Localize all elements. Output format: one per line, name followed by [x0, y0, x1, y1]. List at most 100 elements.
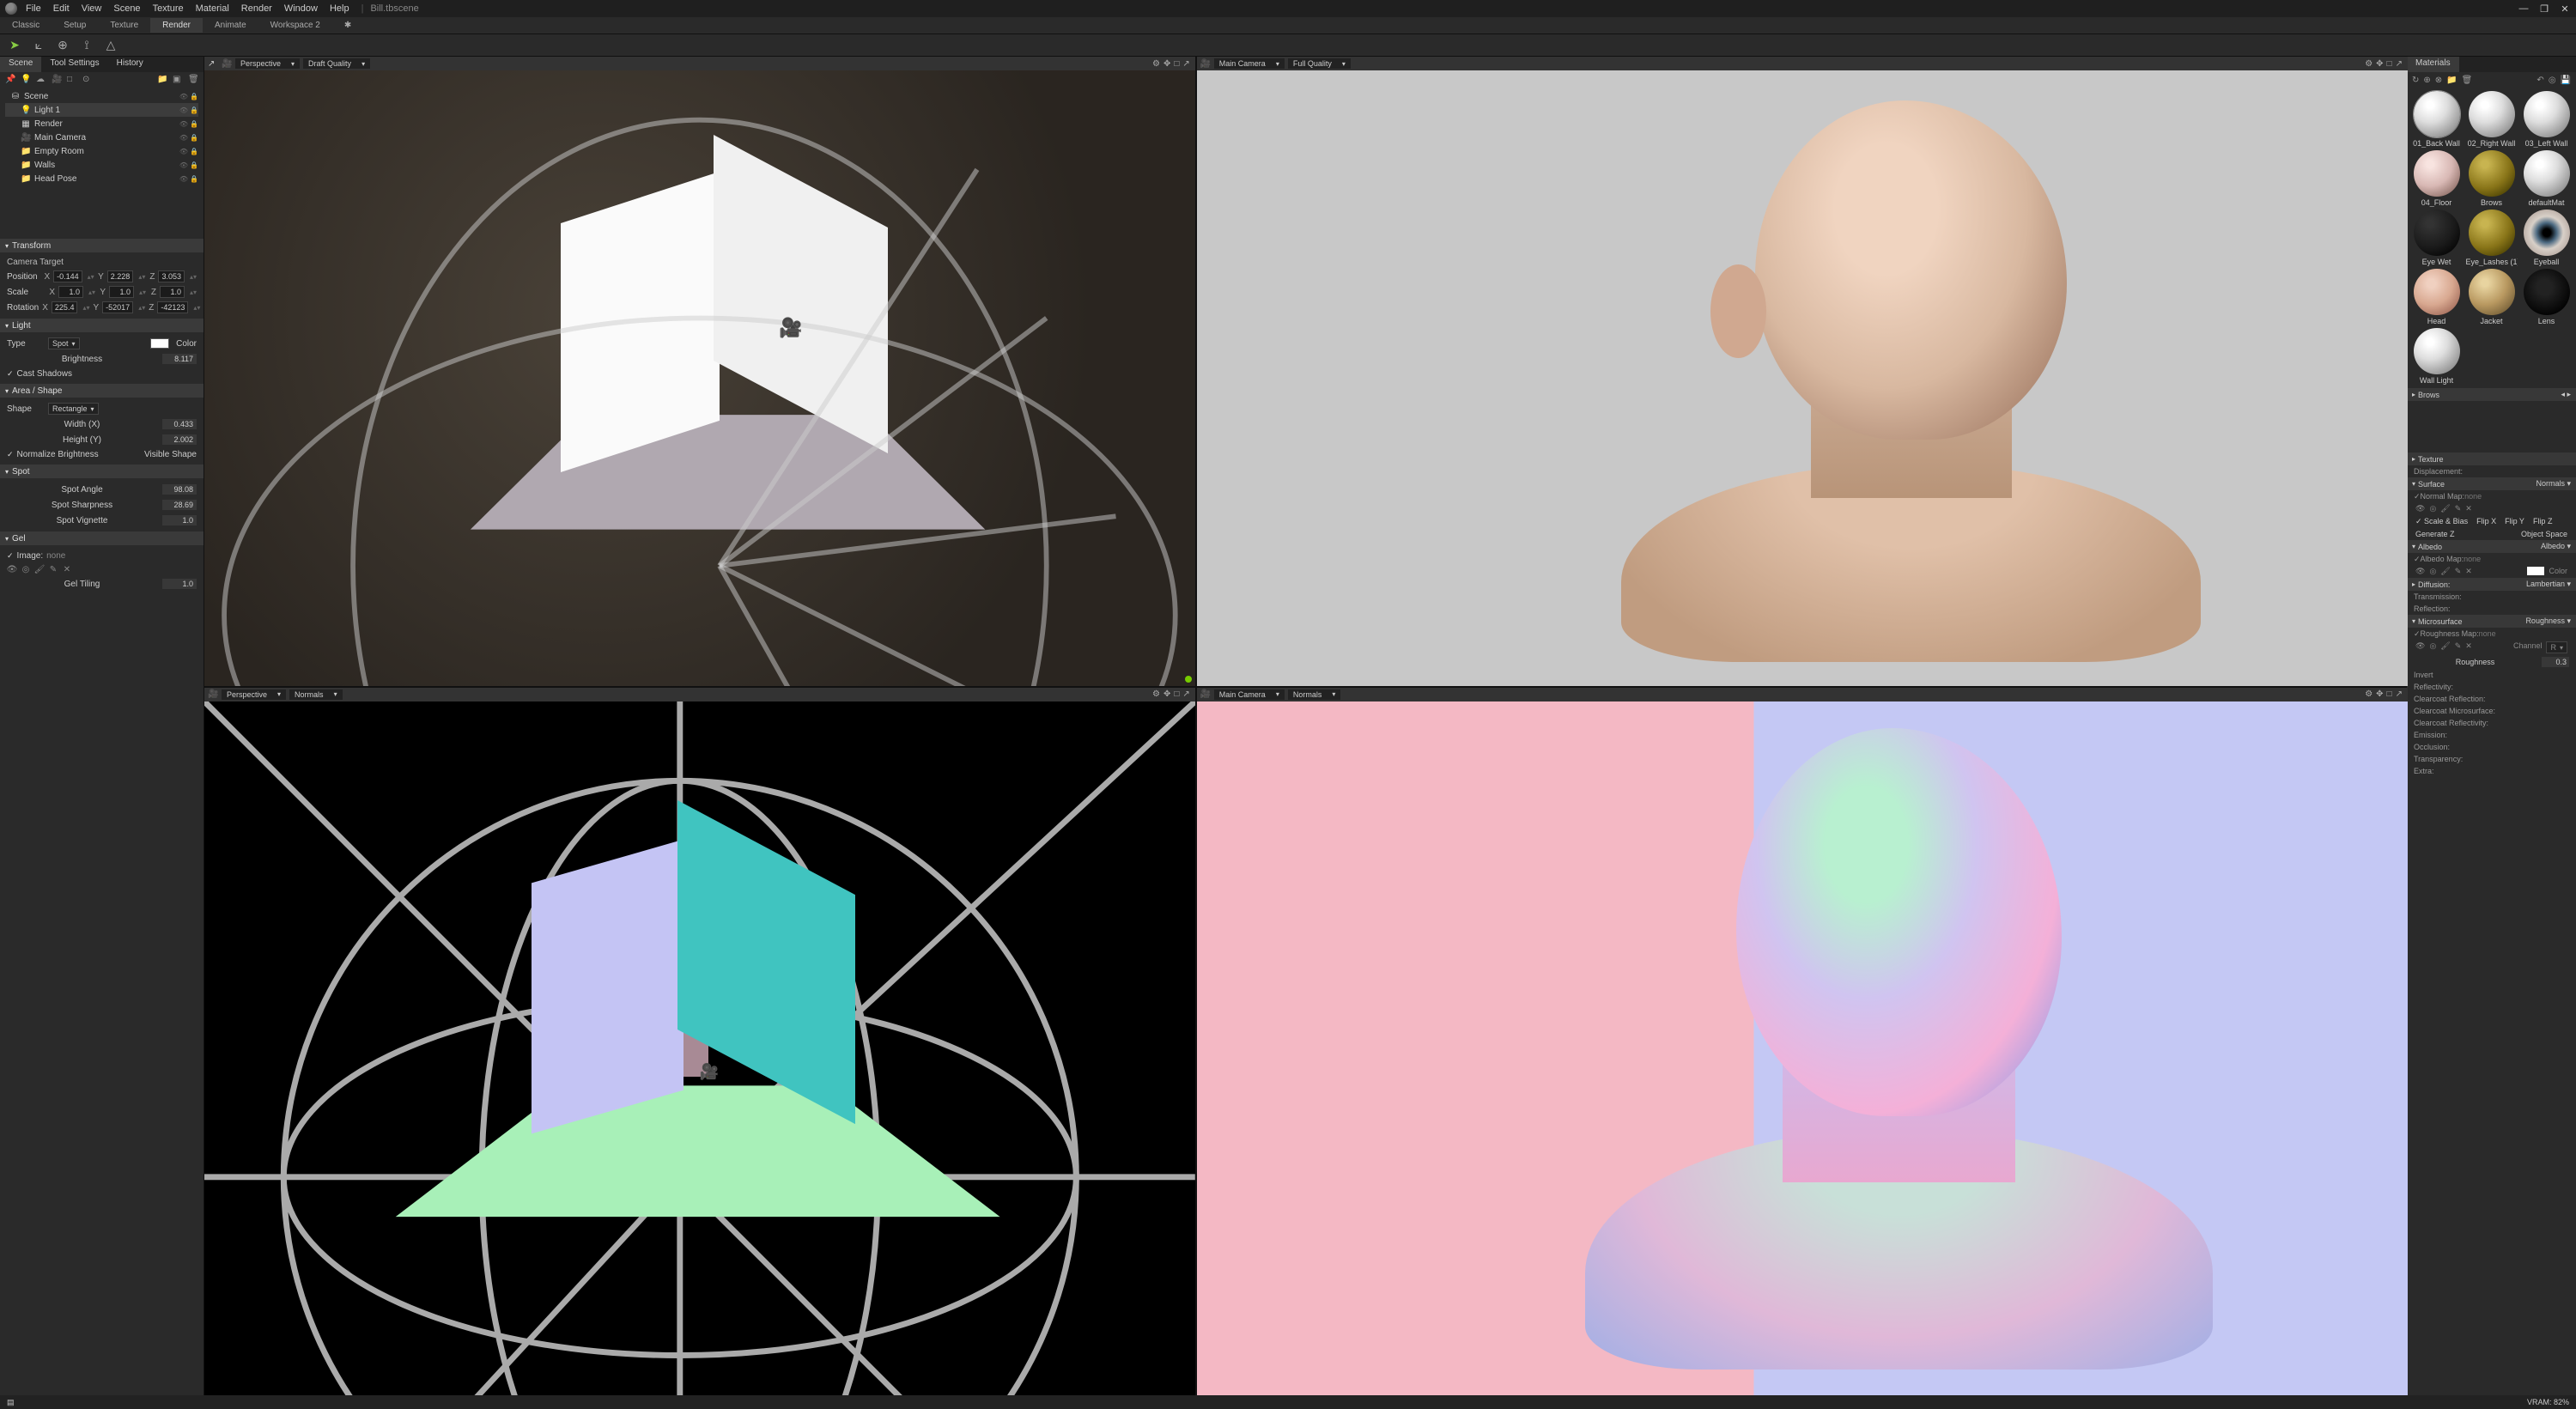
- cube-icon[interactable]: □: [67, 75, 77, 85]
- fog-icon[interactable]: ☁: [36, 75, 46, 85]
- pop-out-icon[interactable]: ↗: [208, 59, 218, 69]
- close-icon[interactable]: ✕: [2559, 3, 2571, 15]
- view-dropdown[interactable]: Perspective: [222, 689, 286, 700]
- workspace-tab-texture[interactable]: Texture: [98, 18, 150, 33]
- tree-item-walls[interactable]: 📁Walls👁🔒: [5, 158, 198, 172]
- menu-file[interactable]: File: [21, 2, 46, 15]
- left-tab-history[interactable]: History: [108, 57, 152, 72]
- material-defaultmat[interactable]: defaultMat: [2520, 150, 2573, 207]
- target-icon[interactable]: ◎: [21, 564, 31, 574]
- folder-icon[interactable]: 📁: [2446, 76, 2457, 85]
- workspace-tab-animate[interactable]: Animate: [203, 18, 258, 33]
- max-icon[interactable]: □: [2385, 689, 2394, 699]
- light-type-dropdown[interactable]: Spot: [48, 337, 80, 349]
- gear-icon[interactable]: ⚙: [1151, 689, 1162, 699]
- gel-tiling-value[interactable]: 1.0: [162, 579, 197, 589]
- albedo-color-swatch[interactable]: [2527, 567, 2544, 575]
- scale-y-input[interactable]: 1.0: [109, 286, 134, 298]
- del-icon[interactable]: 🗑: [188, 75, 198, 85]
- roughness-value[interactable]: 0.3: [2542, 657, 2569, 667]
- viewport-bottom-right[interactable]: 🎥 Main Camera Normals ⚙✥□↗: [1197, 688, 2408, 1395]
- left-tab-tool-settings[interactable]: Tool Settings: [41, 57, 107, 72]
- paint-icon[interactable]: 🖌: [34, 564, 45, 574]
- viewport-top-right[interactable]: 🎥 Main Camera Full Quality ⚙✥□↗: [1197, 57, 2408, 686]
- workspace-tab-setup[interactable]: Setup: [52, 18, 98, 33]
- brows-header[interactable]: ▸Brows◂ ▸: [2407, 388, 2576, 401]
- normalize-checkbox[interactable]: [7, 450, 14, 459]
- material-eye-wet[interactable]: Eye Wet: [2410, 210, 2463, 266]
- move-icon[interactable]: ✥: [1162, 59, 1172, 69]
- menu-texture[interactable]: Texture: [148, 2, 189, 15]
- tree-item-main-camera[interactable]: 🎥Main Camera👁🔒: [5, 131, 198, 144]
- menu-edit[interactable]: Edit: [48, 2, 75, 15]
- transform-header[interactable]: ▾Transform: [0, 239, 204, 252]
- globe-icon[interactable]: ⊕: [55, 38, 70, 53]
- move-icon[interactable]: ✥: [2374, 689, 2385, 699]
- height-value[interactable]: 2.002: [162, 434, 197, 445]
- expand-icon[interactable]: ↗: [1181, 689, 1191, 699]
- workspace-tab-classic[interactable]: Classic: [0, 18, 52, 33]
- undo-icon[interactable]: ↶: [2537, 76, 2543, 85]
- cast-shadows-checkbox[interactable]: [7, 369, 14, 379]
- spot-vignette-value[interactable]: 1.0: [162, 515, 197, 525]
- tree-item-empty-room[interactable]: 📁Empty Room👁🔒: [5, 144, 198, 158]
- refresh-icon[interactable]: ↻: [2412, 76, 2419, 85]
- x-icon[interactable]: ⊗: [2435, 76, 2442, 85]
- material-01-back-wall[interactable]: 01_Back Wall: [2410, 91, 2463, 148]
- light-header[interactable]: ▾Light: [0, 319, 204, 332]
- menu-material[interactable]: Material: [191, 2, 234, 15]
- workspace-tab-render[interactable]: Render: [150, 18, 203, 33]
- spot-header[interactable]: ▾Spot: [0, 465, 204, 478]
- workspace-tab-workspace-2[interactable]: Workspace 2: [258, 18, 332, 33]
- expand-icon[interactable]: ↗: [1181, 59, 1191, 69]
- view-dropdown[interactable]: Main Camera: [1214, 689, 1285, 700]
- view-dropdown[interactable]: Main Camera: [1214, 58, 1285, 69]
- mode-dropdown[interactable]: Normals: [1288, 689, 1341, 700]
- menu-help[interactable]: Help: [325, 2, 355, 15]
- save-icon[interactable]: 💾: [2561, 76, 2571, 85]
- minimize-icon[interactable]: —: [2518, 3, 2530, 15]
- channel-dropdown[interactable]: R: [2546, 641, 2567, 653]
- rotation-x-input[interactable]: 225.4: [52, 301, 78, 313]
- albedo-header[interactable]: ▾AlbedoAlbedo ▾: [2407, 540, 2576, 553]
- material-wall-light[interactable]: Wall Light: [2410, 328, 2463, 385]
- menu-view[interactable]: View: [76, 2, 107, 15]
- max-icon[interactable]: □: [1172, 689, 1181, 699]
- material-eyeball[interactable]: Eyeball: [2520, 210, 2573, 266]
- viewport-top-left[interactable]: ↗ 🎥 Perspective Draft Quality ⚙✥□↗: [204, 57, 1195, 686]
- microsurface-header[interactable]: ▾MicrosurfaceRoughness ▾: [2407, 615, 2576, 628]
- scale-bias-checkbox[interactable]: ✓ Scale & Bias: [2415, 517, 2468, 526]
- texture-header[interactable]: ▸Texture: [2407, 452, 2576, 465]
- scale-z-input[interactable]: 1.0: [160, 286, 185, 298]
- select-tool-icon[interactable]: ➤: [7, 38, 22, 53]
- axis-icon[interactable]: ⟀: [31, 38, 46, 53]
- expand-icon[interactable]: ↗: [2394, 59, 2404, 69]
- move-icon[interactable]: ✥: [1162, 689, 1172, 699]
- rotation-y-input[interactable]: -52017: [102, 301, 133, 313]
- position-y-input[interactable]: 2.228: [107, 270, 134, 282]
- tree-item-render[interactable]: ▦Render👁🔒: [5, 117, 198, 131]
- target-icon[interactable]: ◎: [2549, 76, 2556, 85]
- diffusion-header[interactable]: ▸Diffusion:Lambertian ▾: [2407, 578, 2576, 591]
- position-z-input[interactable]: 3.053: [158, 270, 185, 282]
- scale-x-input[interactable]: 1.0: [58, 286, 83, 298]
- gear-icon[interactable]: ⚙: [2363, 59, 2374, 69]
- clear-icon[interactable]: ✕: [62, 564, 72, 574]
- menu-render[interactable]: Render: [236, 2, 277, 15]
- cam-mode-icon[interactable]: 🎥: [1200, 59, 1211, 69]
- width-value[interactable]: 0.433: [162, 419, 197, 429]
- shape-dropdown[interactable]: Rectangle: [48, 403, 99, 415]
- mode-dropdown[interactable]: Full Quality: [1288, 58, 1351, 69]
- folder-icon[interactable]: 📁: [157, 75, 167, 85]
- view-dropdown[interactable]: Perspective: [235, 58, 300, 69]
- pin-icon[interactable]: 📌: [5, 75, 15, 85]
- cam-mode-icon[interactable]: 🎥: [1200, 689, 1211, 699]
- edit-icon[interactable]: ✎: [48, 564, 58, 574]
- wire-icon[interactable]: △: [103, 38, 118, 53]
- material-brows[interactable]: Brows: [2465, 150, 2518, 207]
- console-icon[interactable]: ▤: [7, 1398, 15, 1407]
- menu-scene[interactable]: Scene: [108, 2, 145, 15]
- position-x-input[interactable]: -0.144: [53, 270, 82, 282]
- material-eye-lashes--1-[interactable]: Eye_Lashes (1): [2465, 210, 2518, 266]
- add-icon[interactable]: ⊕: [2423, 76, 2430, 85]
